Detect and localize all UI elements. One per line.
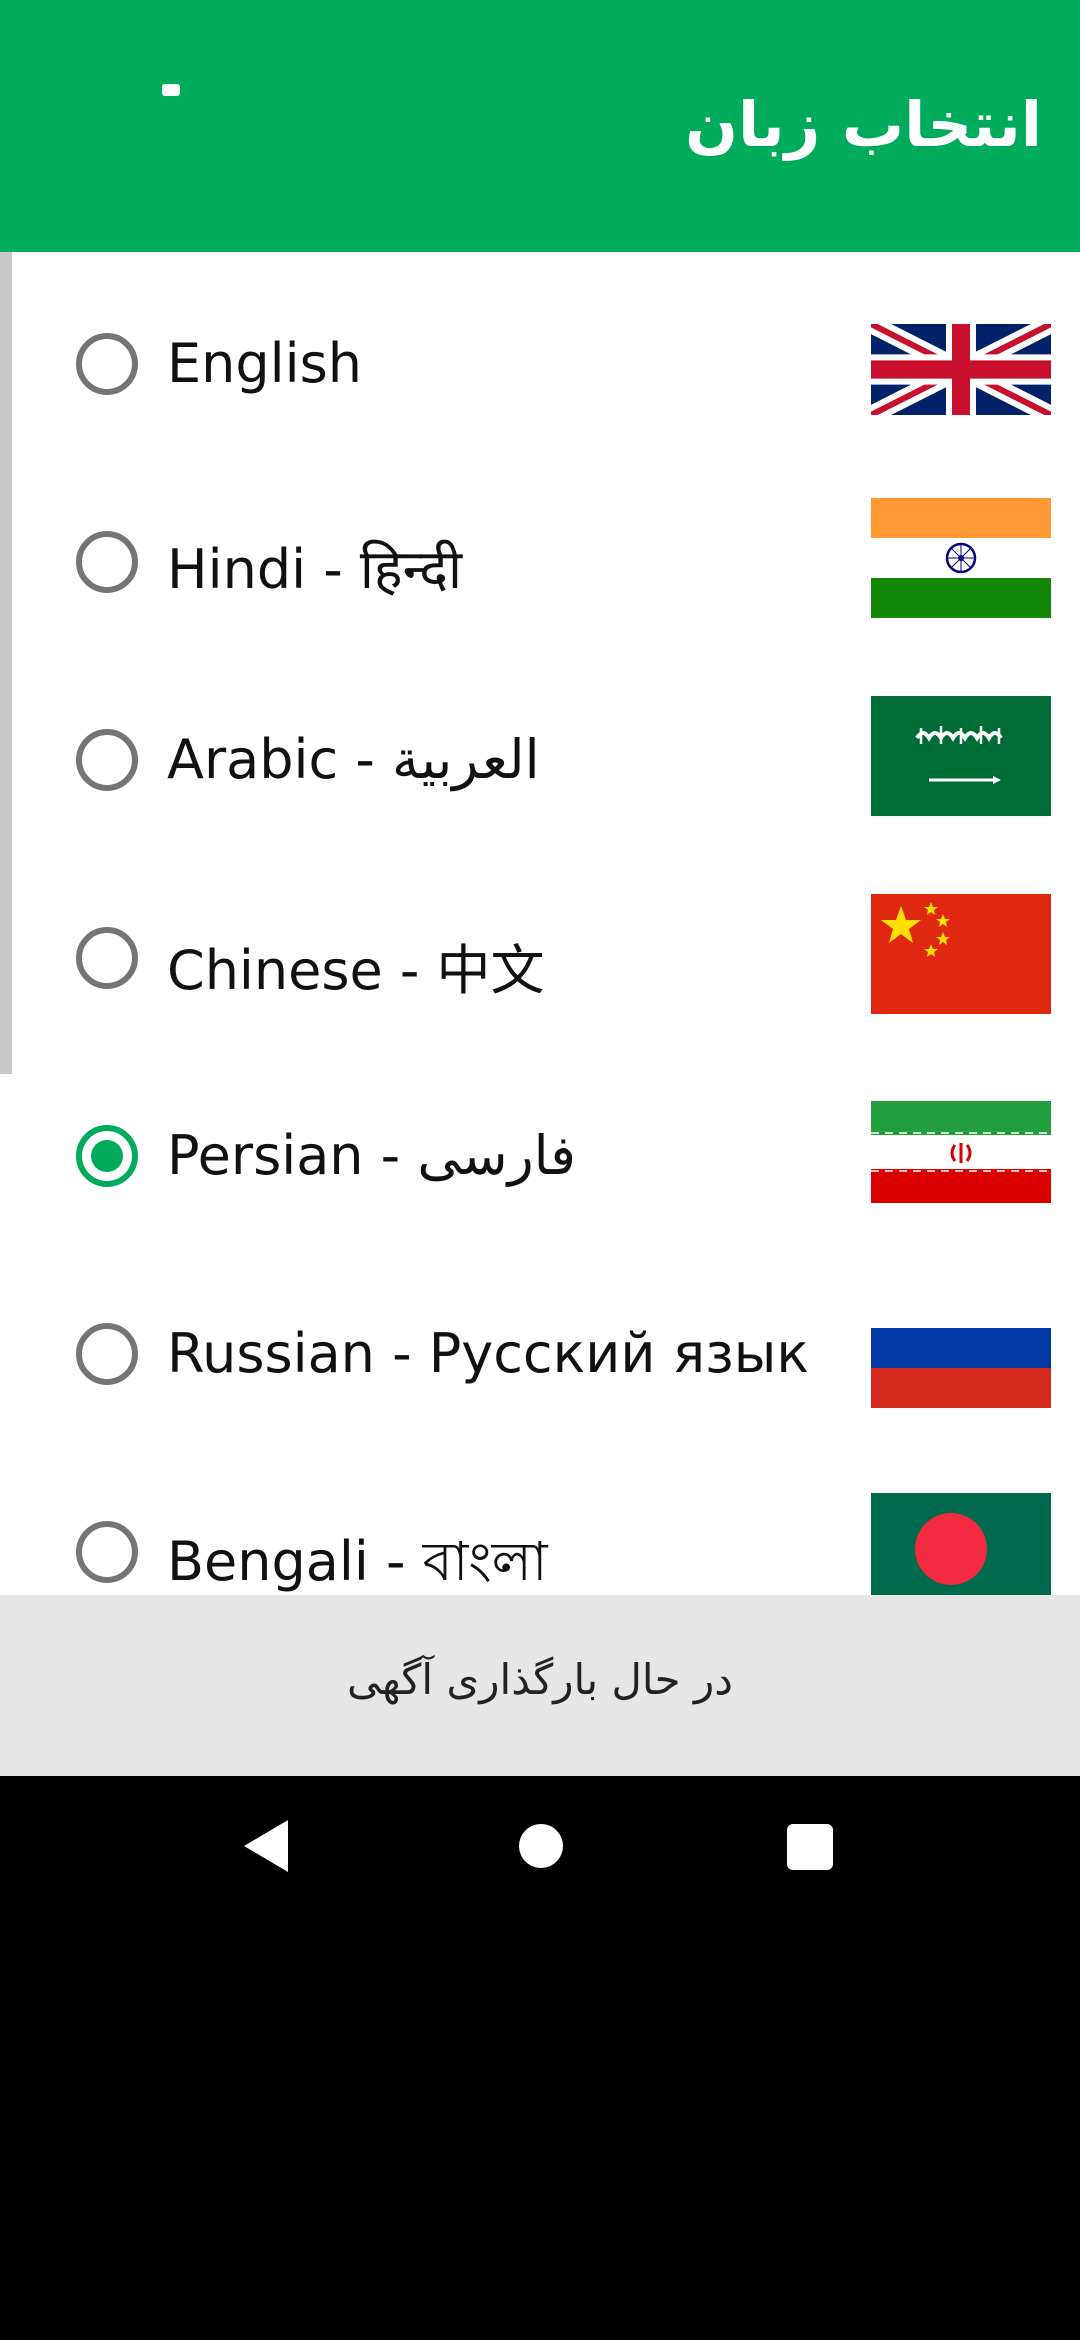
radio-chinese[interactable]: [76, 927, 138, 989]
home-icon[interactable]: [519, 1824, 563, 1868]
language-label: English: [167, 332, 362, 395]
radio-arabic[interactable]: [76, 729, 138, 791]
language-item-bengali[interactable]: Bengali - বাংলা: [0, 1452, 1080, 1595]
bangladesh-flag-icon: [871, 1493, 1051, 1595]
language-item-russian[interactable]: Russian - Русский язык: [0, 1254, 1080, 1452]
uk-flag-icon: [871, 324, 1051, 415]
page-title: انتخاب زبان: [685, 88, 1042, 161]
language-label: Chinese - 中文: [167, 939, 545, 1002]
language-item-english[interactable]: English: [0, 264, 1080, 462]
saudi-arabia-flag-icon: [871, 696, 1051, 816]
language-item-chinese[interactable]: Chinese - 中文: [0, 858, 1080, 1056]
ad-banner[interactable]: در حال بارگذاری آگهی: [0, 1595, 1080, 1776]
language-item-arabic[interactable]: Arabic - العربية: [0, 660, 1080, 858]
radio-bengali[interactable]: [76, 1521, 138, 1583]
language-label: Hindi - हिन्दी: [167, 538, 462, 601]
radio-persian[interactable]: [76, 1125, 138, 1187]
language-label: Arabic - العربية: [167, 728, 540, 791]
system-nav-bar: [0, 1776, 1080, 1920]
ad-loading-text: در حال بارگذاری آگهی: [347, 1655, 733, 1704]
appbar-mark-icon: [162, 84, 180, 96]
russia-flag-icon: [871, 1328, 1051, 1408]
language-item-persian[interactable]: Persian - فارسی: [0, 1056, 1080, 1254]
language-label: Russian - Русский язык: [167, 1322, 810, 1385]
language-item-hindi[interactable]: Hindi - हिन्दी: [0, 462, 1080, 660]
back-icon[interactable]: [244, 1820, 288, 1872]
language-label: Bengali - বাংলা: [167, 1530, 548, 1593]
radio-russian[interactable]: [76, 1323, 138, 1385]
india-flag-icon: [871, 498, 1051, 618]
recents-icon[interactable]: [787, 1824, 833, 1870]
china-flag-icon: [871, 894, 1051, 1014]
radio-hindi[interactable]: [76, 531, 138, 593]
language-label: Persian - فارسی: [167, 1124, 576, 1187]
radio-english[interactable]: [76, 333, 138, 395]
iran-flag-icon: [871, 1101, 1051, 1203]
language-list[interactable]: English Hindi - हिन्दी Arabic - العربية …: [0, 252, 1080, 1595]
app-bar: انتخاب زبان: [0, 0, 1080, 252]
